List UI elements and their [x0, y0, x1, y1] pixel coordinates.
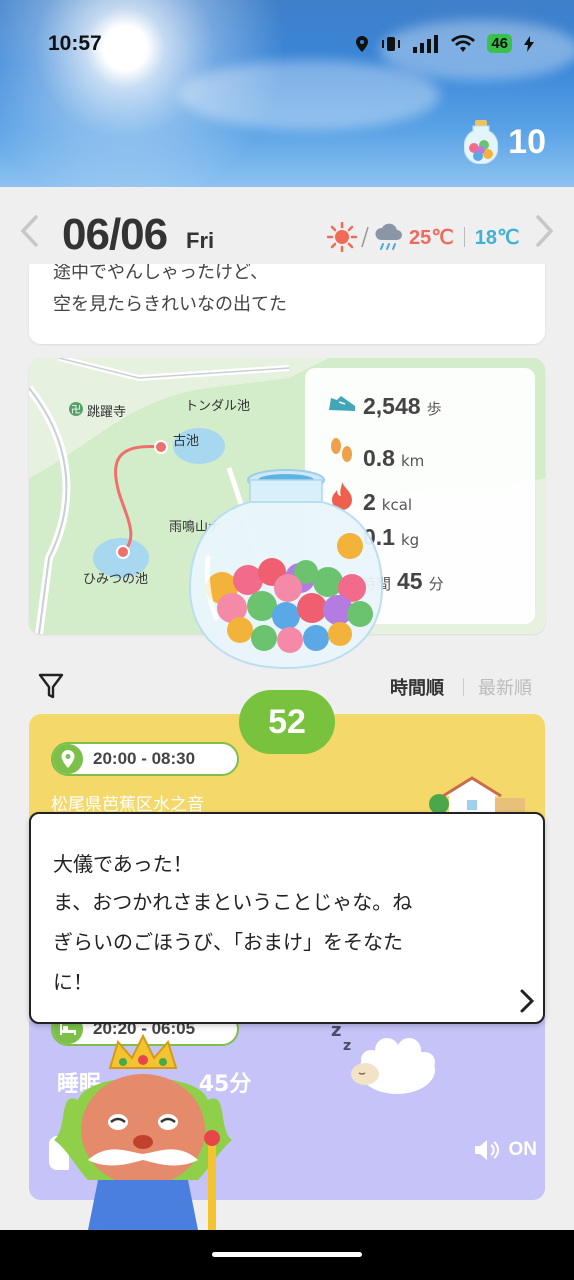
steps-unit: 歩 — [426, 400, 442, 418]
stat-steps: 2,548 歩 — [327, 392, 442, 420]
dialog-line: ま、おつかれさまということじゃな。ね — [53, 890, 413, 914]
temp-high: 25℃ — [409, 226, 454, 249]
time-value: 45 — [397, 568, 423, 594]
time-unit: 分 — [428, 575, 444, 593]
wifi-icon — [451, 34, 476, 52]
svg-text:卍: 卍 — [71, 404, 81, 416]
sun-icon — [327, 222, 357, 252]
location-pin-icon — [53, 744, 83, 774]
place-time-pill: 20:00 - 08:30 — [51, 742, 239, 776]
location-icon — [356, 35, 369, 52]
place-time-range: 20:00 - 08:30 — [93, 749, 196, 768]
points-badge: 52 — [239, 690, 335, 754]
character-dialog[interactable]: 大儀であった！ ま、おつかれさまということじゃな。ね ぎらいのごほうび、「おまけ… — [29, 812, 545, 1024]
sleeping-sheep-icon: z z — [331, 1020, 435, 1094]
calories-unit: kcal — [381, 496, 413, 514]
weekday-label: Fri — [186, 228, 215, 253]
home-indicator[interactable] — [212, 1252, 362, 1257]
dialog-next-arrow-icon[interactable] — [519, 988, 535, 1014]
next-day-arrow-icon[interactable] — [534, 214, 556, 248]
map-label-furuike: 古池 — [173, 434, 200, 449]
dialog-line: 大儀であった！ — [53, 852, 193, 876]
sort-divider — [463, 678, 464, 696]
weather-summary: 25℃ 18℃ — [327, 222, 519, 252]
date-navigation: 06/06 Fri 25℃ 18℃ — [0, 208, 574, 264]
weight-unit: kg — [400, 531, 420, 549]
battery-level: 46 — [487, 34, 512, 53]
vibrate-icon — [382, 36, 401, 51]
prev-day-arrow-icon[interactable] — [18, 214, 40, 248]
dialog-line: に！ — [53, 970, 93, 994]
map-label-temple: 跳躍寺 — [87, 405, 127, 420]
speaker-icon — [474, 1140, 499, 1160]
shoe-icon — [329, 396, 355, 411]
stat-distance: 0.8 km — [327, 436, 424, 472]
status-icons: 46 — [355, 34, 534, 53]
candy-jar-illustration — [188, 469, 384, 670]
distance-unit: km — [400, 452, 425, 470]
dialog-line: ぎらいのごほうび、「おまけ」をそなた — [53, 930, 403, 954]
status-time: 10:57 — [48, 32, 102, 55]
charging-icon — [524, 35, 534, 52]
king-character-mascot[interactable] — [48, 1030, 238, 1230]
svg-text:z: z — [343, 1038, 351, 1054]
filter-icon[interactable] — [38, 672, 64, 700]
diary-card[interactable]: 途中でやんしゃったけど、 空を見たらきれいなの出てた — [29, 264, 545, 344]
temp-low: 18℃ — [474, 226, 520, 249]
map-label-tondaru: トンダル池 — [185, 399, 251, 414]
sound-state: ON — [508, 1139, 538, 1160]
map-label-himitsu: ひみつの池 — [83, 572, 149, 587]
cloud — [180, 60, 440, 130]
candy-count: 10 — [508, 122, 546, 161]
sort-by-newest-tab[interactable]: 最新順 — [478, 674, 532, 700]
diary-text-line: 空を見たらきれいなの出てた — [53, 294, 287, 315]
slash-separator-icon — [361, 226, 369, 248]
sort-by-time-tab[interactable]: 時間順 — [390, 674, 444, 700]
footprints-icon — [331, 438, 352, 462]
rain-cloud-icon — [375, 223, 402, 250]
temple-icon: 卍 — [69, 402, 83, 416]
temp-divider — [463, 227, 465, 247]
steps-value: 2,548 — [363, 393, 421, 419]
sound-toggle[interactable]: ON — [473, 1138, 538, 1162]
candy-counter[interactable]: 10 — [464, 120, 546, 164]
candy-jar-icon — [464, 120, 499, 164]
signal-icon — [413, 34, 439, 53]
diary-text-line: 途中でやんしゃったけど、 — [53, 264, 269, 283]
date-label: 06/06 — [62, 210, 168, 259]
